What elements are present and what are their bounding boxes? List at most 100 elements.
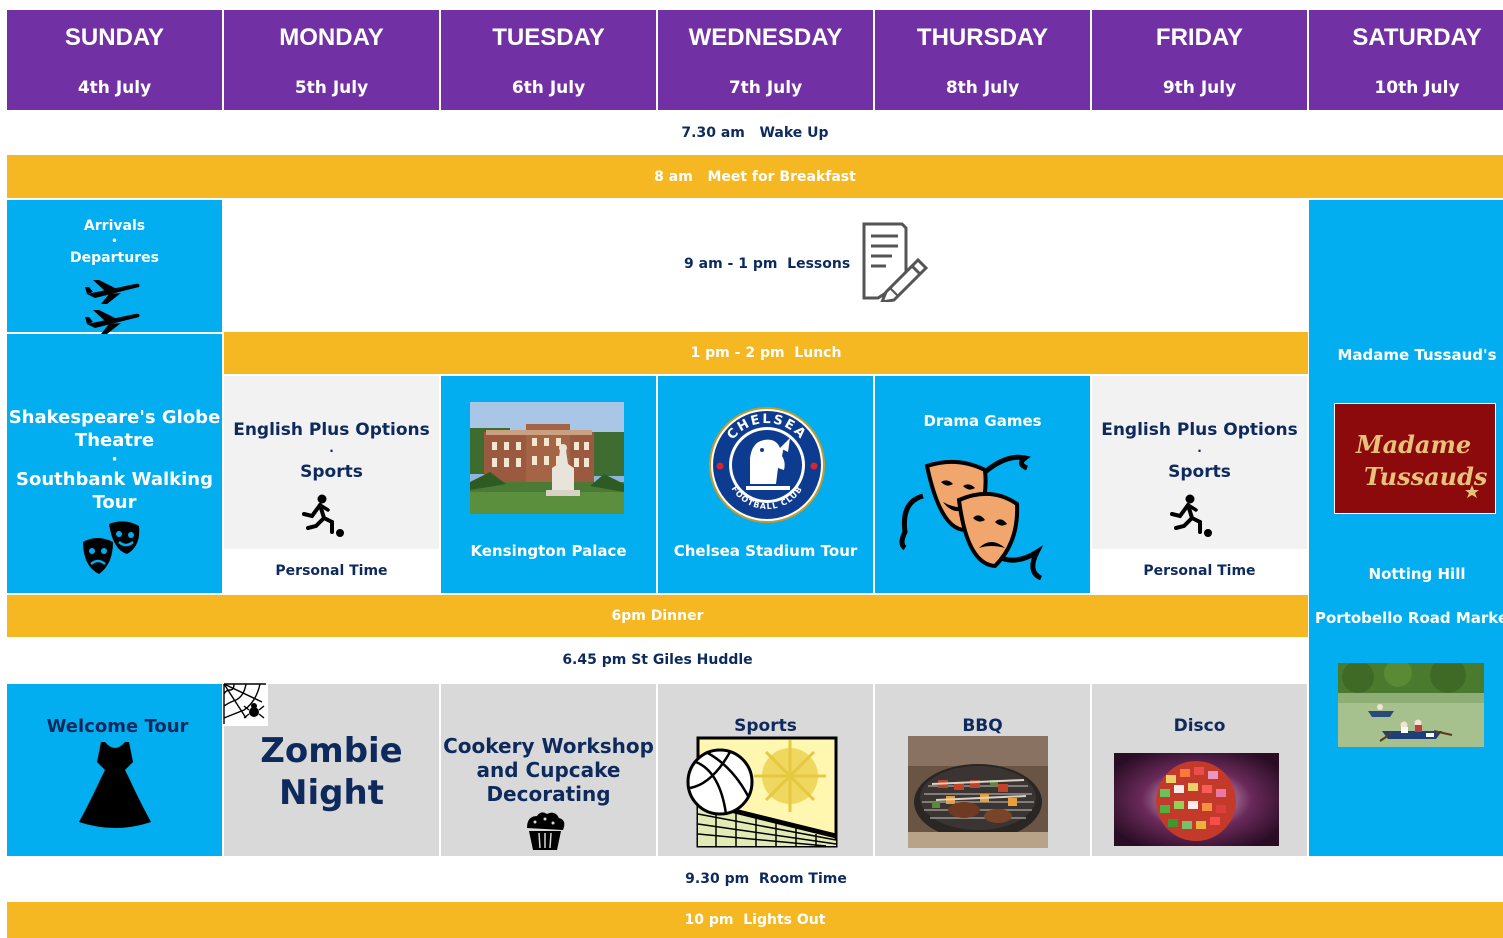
friday-evening-cell: Disco: [1092, 684, 1307, 856]
dinner-text: 6pm Dinner: [611, 608, 704, 624]
day-name: TUESDAY: [492, 24, 605, 51]
lunch-text: 1 pm - 2 pm Lunch: [690, 345, 842, 361]
day-name: THURSDAY: [916, 24, 1049, 51]
day-date: 5th July: [294, 78, 369, 98]
row-room-time: 9.30 pm Room Time: [7, 858, 1503, 900]
day-name: FRIDAY: [1155, 24, 1244, 51]
row-huddle: 6.45 pm St Giles Huddle: [7, 638, 1308, 682]
sunday-evening-cell: Welcome Tour: [7, 684, 222, 856]
cupcake-icon: [527, 812, 565, 850]
row-lessons: 9 am - 1 pm Lessons: [224, 200, 1308, 330]
row-wake-up: 7.30 am Wake Up: [7, 112, 1503, 154]
madame-tussauds-logo: Madame Tussauds: [1334, 403, 1496, 514]
day-date: 4th July: [77, 78, 152, 98]
day-name: SATURDAY: [1352, 24, 1482, 51]
drama-games-label: Drama Games: [923, 412, 1042, 430]
friday-personal-time: Personal Time: [1092, 549, 1307, 593]
day-name: SUNDAY: [64, 24, 165, 51]
separator-dot: ·: [111, 449, 118, 470]
header-monday: MONDAY 5th July: [224, 10, 439, 110]
dress-icon: [79, 742, 151, 828]
kensington-palace-label: Kensington Palace: [470, 542, 627, 560]
day-name: WEDNESDAY: [688, 24, 843, 51]
chelsea-badge-icon: CHELSEA FOOTBALL CLUB: [709, 407, 825, 523]
notepad-pencil-icon: [862, 222, 929, 302]
row-lunch: 1 pm - 2 pm Lunch: [224, 332, 1308, 374]
separator-dot: ·: [1197, 444, 1202, 458]
logo-text-madame: Madame: [1355, 430, 1471, 459]
header-tuesday: TUESDAY 6th July: [441, 10, 656, 110]
theatre-masks-icon: [83, 521, 140, 574]
disco-ball-photo: [1114, 753, 1279, 846]
boating-lake-photo: [1338, 663, 1484, 747]
globe-theatre-line1: Shakespeare's Globe: [8, 407, 221, 428]
football-player-icon: [1170, 494, 1212, 537]
header-sunday: SUNDAY 4th July: [7, 10, 222, 110]
tuesday-evening-cell: Cookery Workshop and Cupcake Decorating: [441, 684, 656, 856]
saturday-cell: Madame Tussaud's Madame Tussauds Notting…: [1309, 200, 1503, 856]
personal-time-text: Personal Time: [275, 563, 388, 579]
day-name: MONDAY: [279, 24, 384, 51]
chelsea-stadium-label: Chelsea Stadium Tour: [673, 542, 858, 560]
southbank-line1: Southbank Walking: [15, 469, 213, 490]
arrivals-text: Arrivals: [83, 218, 146, 234]
row-lights-out: 10 pm Lights Out: [7, 902, 1503, 938]
zombie-night-line1: Zombie: [260, 731, 403, 771]
english-plus-options: English Plus Options: [233, 420, 430, 440]
kensington-palace-photo: [470, 402, 624, 514]
southbank-line2: Tour: [92, 492, 137, 513]
header-thursday: THURSDAY 8th July: [875, 10, 1090, 110]
monday-personal-time: Personal Time: [224, 549, 439, 593]
day-date: 10th July: [1374, 78, 1460, 98]
lights-out-text: 10 pm Lights Out: [684, 912, 826, 928]
spider-web-icon: [222, 682, 268, 726]
friday-afternoon-cell: English Plus Options · Sports: [1092, 376, 1307, 549]
row-breakfast: 8 am Meet for Breakfast: [7, 155, 1503, 198]
wednesday-afternoon-cell: CHELSEA FOOTBALL CLUB Chelsea Stadium To…: [658, 376, 873, 593]
day-date: 6th July: [511, 78, 586, 98]
bbq-grill-photo: [908, 736, 1048, 848]
bullet: •: [111, 236, 118, 247]
english-plus-options: English Plus Options: [1101, 420, 1298, 440]
volleyball-net-icon: [686, 736, 838, 848]
separator-dot: ·: [329, 444, 334, 458]
day-date: 8th July: [945, 78, 1020, 98]
portobello-label: Portobello Road Market: [1315, 609, 1503, 627]
wednesday-evening-cell: Sports: [658, 684, 873, 856]
day-date: 7th July: [728, 78, 803, 98]
breakfast-text: 8 am Meet for Breakfast: [654, 168, 856, 185]
sports-text: Sports: [1168, 462, 1231, 482]
wake-up-text: 7.30 am Wake Up: [681, 125, 829, 141]
logo-text-tussauds: Tussauds: [1364, 462, 1488, 491]
zombie-night-line2: Night: [279, 773, 384, 813]
airplane-icon: [85, 310, 140, 334]
thursday-afternoon-cell: Drama Games: [875, 376, 1090, 593]
sunday-afternoon-cell: Shakespeare's Globe Theatre · Southbank …: [7, 334, 222, 593]
huddle-text: 6.45 pm St Giles Huddle: [562, 652, 753, 668]
monday-evening-cell: Zombie Night: [222, 682, 439, 856]
tuesday-afternoon-cell: Kensington Palace: [441, 376, 656, 593]
thursday-evening-cell: BBQ: [875, 684, 1090, 856]
sports-text: Sports: [300, 462, 363, 482]
sunday-arrivals-cell: Arrivals • Departures: [7, 200, 222, 334]
disco-label: Disco: [1173, 716, 1226, 736]
cookery-line1: Cookery Workshop: [443, 734, 654, 758]
football-player-icon: [302, 494, 344, 537]
room-time-text: 9.30 pm Room Time: [685, 871, 847, 887]
cookery-line2: and Cupcake: [476, 758, 621, 782]
notting-hill-label: Notting Hill: [1368, 565, 1466, 583]
monday-afternoon-cell: English Plus Options · Sports: [224, 376, 439, 549]
madame-tussauds-label: Madame Tussaud's: [1337, 346, 1497, 364]
personal-time-text: Personal Time: [1143, 563, 1256, 579]
airplane-icon: [85, 280, 140, 304]
drama-masks-icon: [899, 454, 1043, 580]
departures-text: Departures: [70, 250, 159, 266]
sports-evening-label: Sports: [734, 716, 797, 736]
lessons-text: 9 am - 1 pm Lessons: [684, 256, 851, 272]
day-date: 9th July: [1162, 78, 1237, 98]
cookery-line3: Decorating: [486, 782, 611, 806]
header-saturday: SATURDAY 10th July: [1309, 10, 1503, 110]
header-wednesday: WEDNESDAY 7th July: [658, 10, 873, 110]
bbq-label: BBQ: [962, 716, 1003, 736]
header-friday: FRIDAY 9th July: [1092, 10, 1307, 110]
